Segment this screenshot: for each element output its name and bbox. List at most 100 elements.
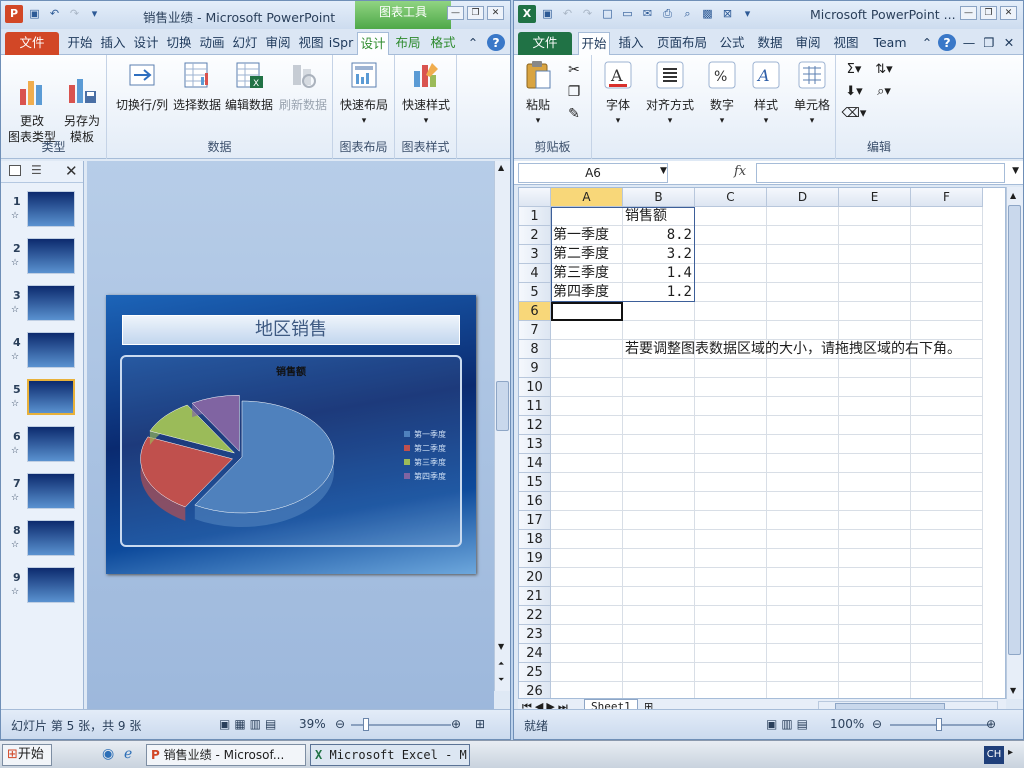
grid-cell[interactable] [767, 283, 839, 302]
tab-team[interactable]: Team [870, 32, 910, 55]
grid-cell[interactable] [695, 682, 767, 698]
grid-cell[interactable] [911, 549, 983, 568]
close-pane-icon[interactable]: ✕ [65, 162, 78, 180]
grid-cell[interactable] [623, 549, 695, 568]
tray-arrow-icon[interactable]: ▸ [1008, 747, 1013, 758]
grid-cell[interactable] [767, 587, 839, 606]
zoom-in-icon[interactable]: ⊕ [451, 717, 461, 731]
grid-cell[interactable]: 8.2 [623, 226, 695, 245]
tab-slideshow[interactable]: 幻灯 [230, 32, 260, 55]
tab-view[interactable]: 视图 [830, 32, 862, 55]
grid-cell[interactable] [695, 492, 767, 511]
row-header[interactable]: 15 [519, 473, 551, 492]
grid-cell[interactable] [551, 549, 623, 568]
close-workbook-icon[interactable]: ✕ [1002, 32, 1016, 55]
grid-cell[interactable] [695, 283, 767, 302]
row-header[interactable]: 2 [519, 226, 551, 245]
grid-cell[interactable] [911, 511, 983, 530]
clear-icon[interactable]: ⌫▾ [840, 103, 868, 125]
outline-tab-icon[interactable]: ☰ [31, 163, 42, 177]
tab-view[interactable]: 视图 [296, 32, 326, 55]
open-file-icon[interactable]: ▭ [619, 5, 636, 22]
row-header[interactable]: 24 [519, 644, 551, 663]
scroll-up-icon[interactable]: ▲ [1010, 191, 1016, 200]
grid-cell[interactable] [839, 663, 911, 682]
grid-cell[interactable] [767, 473, 839, 492]
slide-thumbnail[interactable] [27, 285, 75, 321]
tab-formulas[interactable]: 公式 [716, 32, 748, 55]
grid-cell[interactable] [695, 663, 767, 682]
grid-cell[interactable] [623, 397, 695, 416]
grid-cell[interactable] [911, 473, 983, 492]
row-header[interactable]: 16 [519, 492, 551, 511]
grid-cell[interactable] [551, 644, 623, 663]
scroll-thumb[interactable] [1008, 205, 1021, 655]
number-button[interactable]: % 数字 ▾ [702, 59, 742, 129]
grid-cell[interactable] [767, 568, 839, 587]
grid-cell[interactable] [911, 264, 983, 283]
zoom-slider-thumb[interactable] [363, 718, 369, 731]
grid-cell[interactable] [551, 340, 623, 359]
autosum-icon[interactable]: Σ▾ [840, 59, 868, 81]
grid-cell[interactable] [839, 568, 911, 587]
grid-cell[interactable] [839, 359, 911, 378]
excel-vertical-scrollbar[interactable]: ▲ ▼ [1006, 187, 1023, 699]
row-header[interactable]: 20 [519, 568, 551, 587]
customize-qat-icon[interactable]: ▾ [739, 5, 756, 22]
zoom-slider[interactable] [351, 718, 451, 731]
column-header[interactable]: E [839, 188, 911, 207]
zoom-level[interactable]: 100% [830, 717, 864, 731]
grid-cell[interactable] [623, 606, 695, 625]
redo-icon[interactable]: ↷ [66, 5, 83, 22]
ime-indicator[interactable]: CH [984, 746, 1004, 764]
grid-cell[interactable] [839, 682, 911, 698]
grid-cell[interactable] [695, 321, 767, 340]
grid-cell[interactable] [623, 568, 695, 587]
grid-cell[interactable] [695, 473, 767, 492]
grid-cell[interactable] [695, 397, 767, 416]
grid-cell[interactable] [551, 207, 623, 226]
minimize-icon[interactable]: — [960, 6, 977, 20]
grid-cell[interactable] [911, 416, 983, 435]
fit-to-window-icon[interactable]: ⊞ [475, 717, 485, 731]
grid-cell[interactable] [839, 378, 911, 397]
format-painter-icon[interactable]: ✎ [562, 103, 586, 125]
view-buttons-icon[interactable]: ▣▥▤ [766, 717, 812, 731]
restore-workbook-icon[interactable]: ❐ [982, 32, 996, 55]
select-data-button[interactable]: 选择数据 [171, 59, 223, 113]
row-header[interactable]: 1 [519, 207, 551, 226]
chart-frame[interactable]: 销售额 第一季度 第二季度 第三季度 第四季度 [120, 355, 462, 547]
grid-cell[interactable] [767, 321, 839, 340]
powerpoint-app-icon[interactable]: P [5, 5, 23, 23]
new-file-icon[interactable]: □ [599, 5, 616, 22]
tab-home[interactable]: 开始 [578, 32, 610, 55]
row-header[interactable]: 19 [519, 549, 551, 568]
grid-cell[interactable] [911, 492, 983, 511]
row-header[interactable]: 21 [519, 587, 551, 606]
email-icon[interactable]: ✉ [639, 5, 656, 22]
grid-cell[interactable] [695, 359, 767, 378]
grid-cell[interactable] [839, 625, 911, 644]
grid-cell[interactable]: 1.4 [623, 264, 695, 283]
name-box[interactable]: A6 [518, 163, 668, 183]
row-header[interactable]: 26 [519, 682, 551, 698]
grid-cell[interactable] [695, 245, 767, 264]
grid-cell[interactable] [911, 359, 983, 378]
tab-ispring[interactable]: iSpr [327, 32, 355, 55]
grid-cell[interactable] [623, 492, 695, 511]
row-header[interactable]: 22 [519, 606, 551, 625]
row-header[interactable]: 10 [519, 378, 551, 397]
copy-icon[interactable]: ❐ [562, 81, 586, 103]
grid-cell[interactable] [767, 207, 839, 226]
quick-launch-icon-1[interactable]: ◉ [102, 746, 114, 762]
slide-thumbnail[interactable] [27, 520, 75, 556]
grid-cell[interactable] [551, 359, 623, 378]
grid-cell[interactable] [551, 473, 623, 492]
grid-cell[interactable] [839, 473, 911, 492]
slide-thumbnail[interactable] [27, 379, 75, 415]
quick-layout-button[interactable]: 快速布局 ▾ [337, 59, 391, 129]
grid-cell[interactable] [551, 416, 623, 435]
collapse-ribbon-icon[interactable]: ⌃ [920, 32, 934, 55]
close-icon[interactable]: ✕ [487, 6, 504, 20]
row-header[interactable]: 6 [519, 302, 551, 321]
